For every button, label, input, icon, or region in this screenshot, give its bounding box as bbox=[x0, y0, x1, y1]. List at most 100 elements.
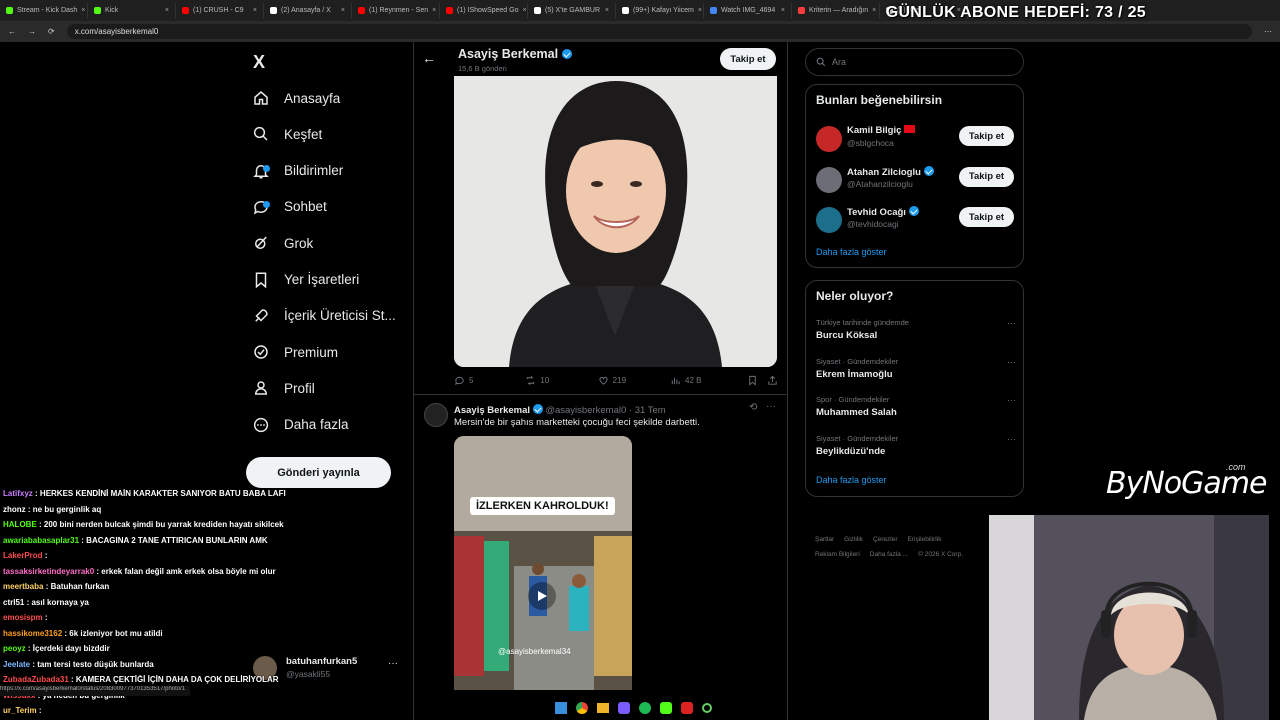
suggestion-row[interactable]: Atahan Zilcioglu @Atahanzilcioglu Takip e… bbox=[806, 164, 1023, 198]
chat-username[interactable]: peoyz bbox=[3, 644, 26, 653]
chat-username[interactable]: ZubadaZubada31 bbox=[3, 675, 69, 684]
follow-button[interactable]: Takip et bbox=[720, 48, 776, 70]
chat-username[interactable]: ctrl51 bbox=[3, 598, 24, 607]
tab-close-icon[interactable]: × bbox=[872, 7, 876, 14]
browser-tab[interactable]: (1) IShowSpeed Go × bbox=[440, 2, 528, 19]
tweet-author-avatar[interactable] bbox=[424, 403, 448, 427]
chat-username[interactable]: hassikome3162 bbox=[3, 629, 62, 638]
chat-username[interactable]: Jeelate bbox=[3, 660, 30, 669]
footer-link-privacy[interactable]: Gizlilik bbox=[844, 536, 863, 543]
x-logo-icon[interactable]: X bbox=[253, 52, 265, 73]
suggestion-name[interactable]: Tevhid Ocağı bbox=[847, 207, 906, 218]
suggestion-avatar[interactable] bbox=[816, 166, 842, 193]
nav-item-2[interactable]: Bildirimler bbox=[252, 157, 343, 185]
nav-item-9[interactable]: Daha fazla bbox=[252, 411, 349, 439]
trends-show-more-link[interactable]: Daha fazla göster bbox=[816, 475, 887, 485]
suggestion-row[interactable]: Tevhid Ocağı @tevhidocagi Takip et bbox=[806, 204, 1023, 238]
like-button[interactable]: 219 bbox=[598, 375, 670, 386]
tab-close-icon[interactable]: × bbox=[341, 7, 345, 14]
reload-icon[interactable]: ⟳ bbox=[48, 27, 55, 36]
nav-item-1[interactable]: Keşfet bbox=[252, 120, 322, 148]
chat-username[interactable]: LakerProd bbox=[3, 551, 43, 560]
trend-more-icon[interactable]: ··· bbox=[1007, 395, 1016, 405]
spotify-icon[interactable] bbox=[639, 702, 651, 714]
suggestion-follow-button[interactable]: Takip et bbox=[959, 126, 1014, 146]
chat-username[interactable]: emosispm bbox=[3, 613, 43, 622]
tab-close-icon[interactable]: × bbox=[781, 7, 785, 14]
suggestion-name[interactable]: Atahan Zilcioglu bbox=[847, 167, 921, 178]
tweet-more-icon[interactable]: ··· bbox=[766, 401, 776, 412]
tab-close-icon[interactable]: × bbox=[165, 7, 169, 14]
chrome-icon[interactable] bbox=[576, 702, 588, 714]
footer-link-more[interactable]: Daha fazla ... bbox=[870, 551, 908, 558]
nav-item-6[interactable]: İçerik Üreticisi St... bbox=[252, 302, 396, 330]
trend-item[interactable]: Spor · Gündemdekiler Muhammed Salah ··· bbox=[816, 395, 1016, 418]
nav-item-8[interactable]: Profil bbox=[252, 374, 315, 402]
trend-item[interactable]: Türkiye tarihinde gündemde Burcu Köksal ··… bbox=[816, 318, 1016, 341]
back-arrow-icon[interactable]: ← bbox=[422, 50, 436, 66]
views-button[interactable]: 42 B bbox=[670, 375, 747, 386]
suggestion-name[interactable]: Kamil Bilgiç bbox=[847, 125, 901, 136]
chat-username[interactable]: meertbaba bbox=[3, 582, 43, 591]
nav-item-0[interactable]: Anasayfa bbox=[252, 84, 340, 112]
browser-tab[interactable]: (2) Anasayfa / X × bbox=[264, 2, 352, 19]
kick-icon[interactable] bbox=[660, 702, 672, 714]
tweet-photo[interactable] bbox=[454, 76, 777, 367]
chat-username[interactable]: tassaksirketindeyarrak0 bbox=[3, 567, 94, 576]
suggestion-avatar[interactable] bbox=[816, 207, 842, 233]
browser-tab[interactable]: (1) Reynmen - Sen × bbox=[352, 2, 440, 19]
browser-tab[interactable]: (1) CRUSH - C9 × bbox=[176, 2, 264, 19]
forward-nav-icon[interactable]: → bbox=[28, 27, 36, 36]
extensions-icon[interactable]: ⋯ bbox=[1264, 27, 1272, 36]
tweet-time[interactable]: · 31 Tem bbox=[629, 405, 666, 416]
browser-tab[interactable]: Kriterin — Aradığın × bbox=[792, 2, 880, 19]
footer-link-accessibility[interactable]: Erişilebilirlik bbox=[908, 536, 942, 543]
chat-username[interactable]: ur_Terim bbox=[3, 706, 37, 715]
grok-analyze-icon[interactable]: ⟲ bbox=[749, 402, 757, 413]
tab-close-icon[interactable]: × bbox=[522, 7, 526, 14]
trend-item[interactable]: Siyaset · Gündemdekiler Ekrem İmamoğlu ··· bbox=[816, 357, 1016, 380]
discord-icon[interactable] bbox=[618, 702, 630, 714]
url-input[interactable]: x.com/asayisberkemal0 bbox=[66, 24, 1252, 39]
suggestion-follow-button[interactable]: Takip et bbox=[959, 207, 1014, 227]
browser-tab[interactable]: (5) X'te GAMBUR × bbox=[528, 2, 616, 19]
nav-item-7[interactable]: Premium bbox=[252, 338, 338, 366]
browser-tab[interactable]: (99+) Kafayı Yiicem × bbox=[616, 2, 704, 19]
nav-item-3[interactable]: Sohbet bbox=[252, 193, 327, 221]
tab-close-icon[interactable]: × bbox=[698, 7, 702, 14]
file-explorer-icon[interactable] bbox=[597, 703, 609, 713]
show-more-link[interactable]: Daha fazla göster bbox=[816, 247, 887, 257]
account-more-icon[interactable]: ··· bbox=[388, 658, 398, 669]
browser-tab[interactable]: Watch IMG_4694 × bbox=[704, 2, 792, 19]
tweet-author-name[interactable]: Asayiş Berkemal bbox=[454, 405, 530, 416]
play-button[interactable] bbox=[528, 582, 556, 610]
suggestion-follow-button[interactable]: Takip et bbox=[959, 166, 1014, 187]
nav-item-4[interactable]: Grok bbox=[252, 229, 313, 257]
chat-username[interactable]: awariababasaplar31 bbox=[3, 536, 79, 545]
app-icon[interactable] bbox=[681, 702, 693, 714]
chat-username[interactable]: HALOBE bbox=[3, 520, 37, 529]
trend-item[interactable]: Siyaset · Gündemdekiler Beylikdüzü'nde ··· bbox=[816, 434, 1016, 457]
footer-link-ads[interactable]: Reklam Bilgileri bbox=[815, 551, 860, 558]
suggestion-avatar[interactable] bbox=[816, 126, 842, 152]
chat-username[interactable]: zhonz bbox=[3, 505, 26, 514]
tab-close-icon[interactable]: × bbox=[253, 7, 257, 14]
retweet-button[interactable]: 10 bbox=[525, 375, 597, 386]
browser-tab[interactable]: Kick × bbox=[88, 2, 176, 19]
browser-tab[interactable]: Stream - Kick Dash × bbox=[0, 2, 88, 19]
trend-more-icon[interactable]: ··· bbox=[1007, 434, 1016, 444]
tab-close-icon[interactable]: × bbox=[432, 7, 436, 14]
tab-close-icon[interactable]: × bbox=[605, 7, 609, 14]
back-nav-icon[interactable]: ← bbox=[8, 27, 16, 36]
obs-icon[interactable] bbox=[702, 703, 712, 713]
tab-close-icon[interactable]: × bbox=[81, 7, 85, 14]
reply-button[interactable]: 5 bbox=[454, 375, 525, 386]
bookmark-button[interactable] bbox=[747, 375, 767, 386]
trend-more-icon[interactable]: ··· bbox=[1007, 318, 1016, 328]
windows-start-icon[interactable] bbox=[555, 702, 567, 714]
footer-link-terms[interactable]: Şartlar bbox=[815, 536, 834, 543]
search-input[interactable]: Ara bbox=[805, 48, 1024, 76]
tweet-author-handle[interactable]: @asayisberkemal0 bbox=[545, 405, 626, 416]
footer-link-cookies[interactable]: Çerezler bbox=[873, 536, 898, 543]
suggestion-row[interactable]: Kamil Bilgiç @sblgchoca Takip et bbox=[806, 123, 1023, 157]
